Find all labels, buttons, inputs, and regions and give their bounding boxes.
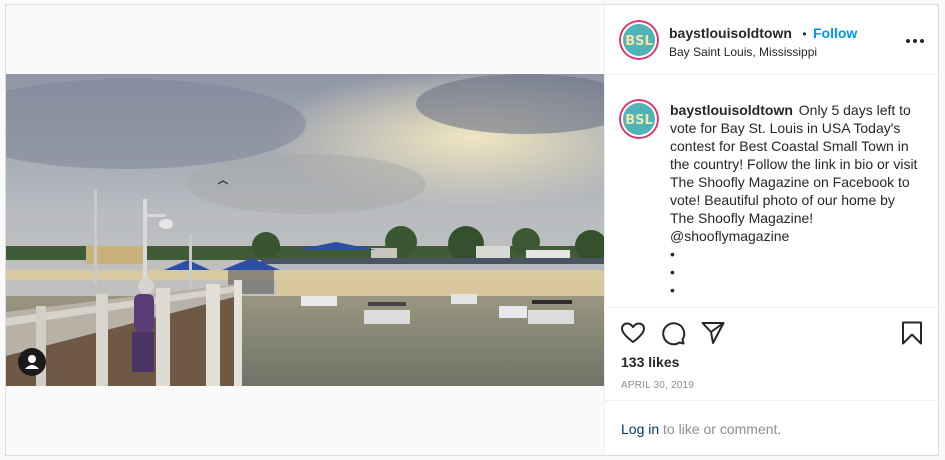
caption-area: BSL baystlouisoldtown Only 5 days left t… <box>605 75 939 307</box>
more-horizontal-icon[interactable] <box>905 33 925 43</box>
harbor-photo <box>6 74 604 386</box>
post-sidebar: BSL baystlouisoldtown • Follow Bay Saint… <box>604 5 939 455</box>
likes-count[interactable]: 133 likes <box>621 354 679 370</box>
post-photo[interactable] <box>6 74 604 386</box>
share-icon[interactable] <box>700 320 726 346</box>
bookmark-icon[interactable] <box>899 320 925 346</box>
caption-avatar[interactable]: BSL <box>619 99 659 139</box>
login-prompt: Log in to like or comment. <box>605 400 939 455</box>
caption-dot: • <box>670 264 675 280</box>
post-media <box>6 5 604 455</box>
login-text: Log in to like or comment. <box>621 421 781 437</box>
follow-separator: • <box>802 27 807 41</box>
follow-button[interactable]: Follow <box>813 25 857 41</box>
caption-dot: • <box>670 246 675 262</box>
caption-username[interactable]: baystlouisoldtown <box>670 102 793 118</box>
caption-text: baystlouisoldtown Only 5 days left to vo… <box>670 101 920 299</box>
heart-icon[interactable] <box>620 320 646 346</box>
user-tag-icon[interactable] <box>18 348 46 376</box>
caption-avatar-lettering: BSL <box>625 113 653 128</box>
caption-dot: • <box>670 282 675 298</box>
instagram-post: BSL baystlouisoldtown • Follow Bay Saint… <box>5 4 939 456</box>
login-link[interactable]: Log in <box>621 421 659 437</box>
caption-body: Only 5 days left to vote for Bay St. Lou… <box>670 102 918 244</box>
location-link[interactable]: Bay Saint Louis, Mississippi <box>669 45 817 59</box>
username[interactable]: baystlouisoldtown <box>669 25 792 41</box>
login-suffix: to like or comment. <box>659 421 782 437</box>
avatar[interactable]: BSL <box>619 20 659 60</box>
post-date[interactable]: APRIL 30, 2019 <box>621 380 694 391</box>
avatar-lettering: BSL <box>625 34 653 49</box>
comment-icon[interactable] <box>660 320 686 346</box>
post-header: BSL baystlouisoldtown • Follow Bay Saint… <box>605 5 939 75</box>
header-name-row: baystlouisoldtown • Follow <box>669 25 857 43</box>
